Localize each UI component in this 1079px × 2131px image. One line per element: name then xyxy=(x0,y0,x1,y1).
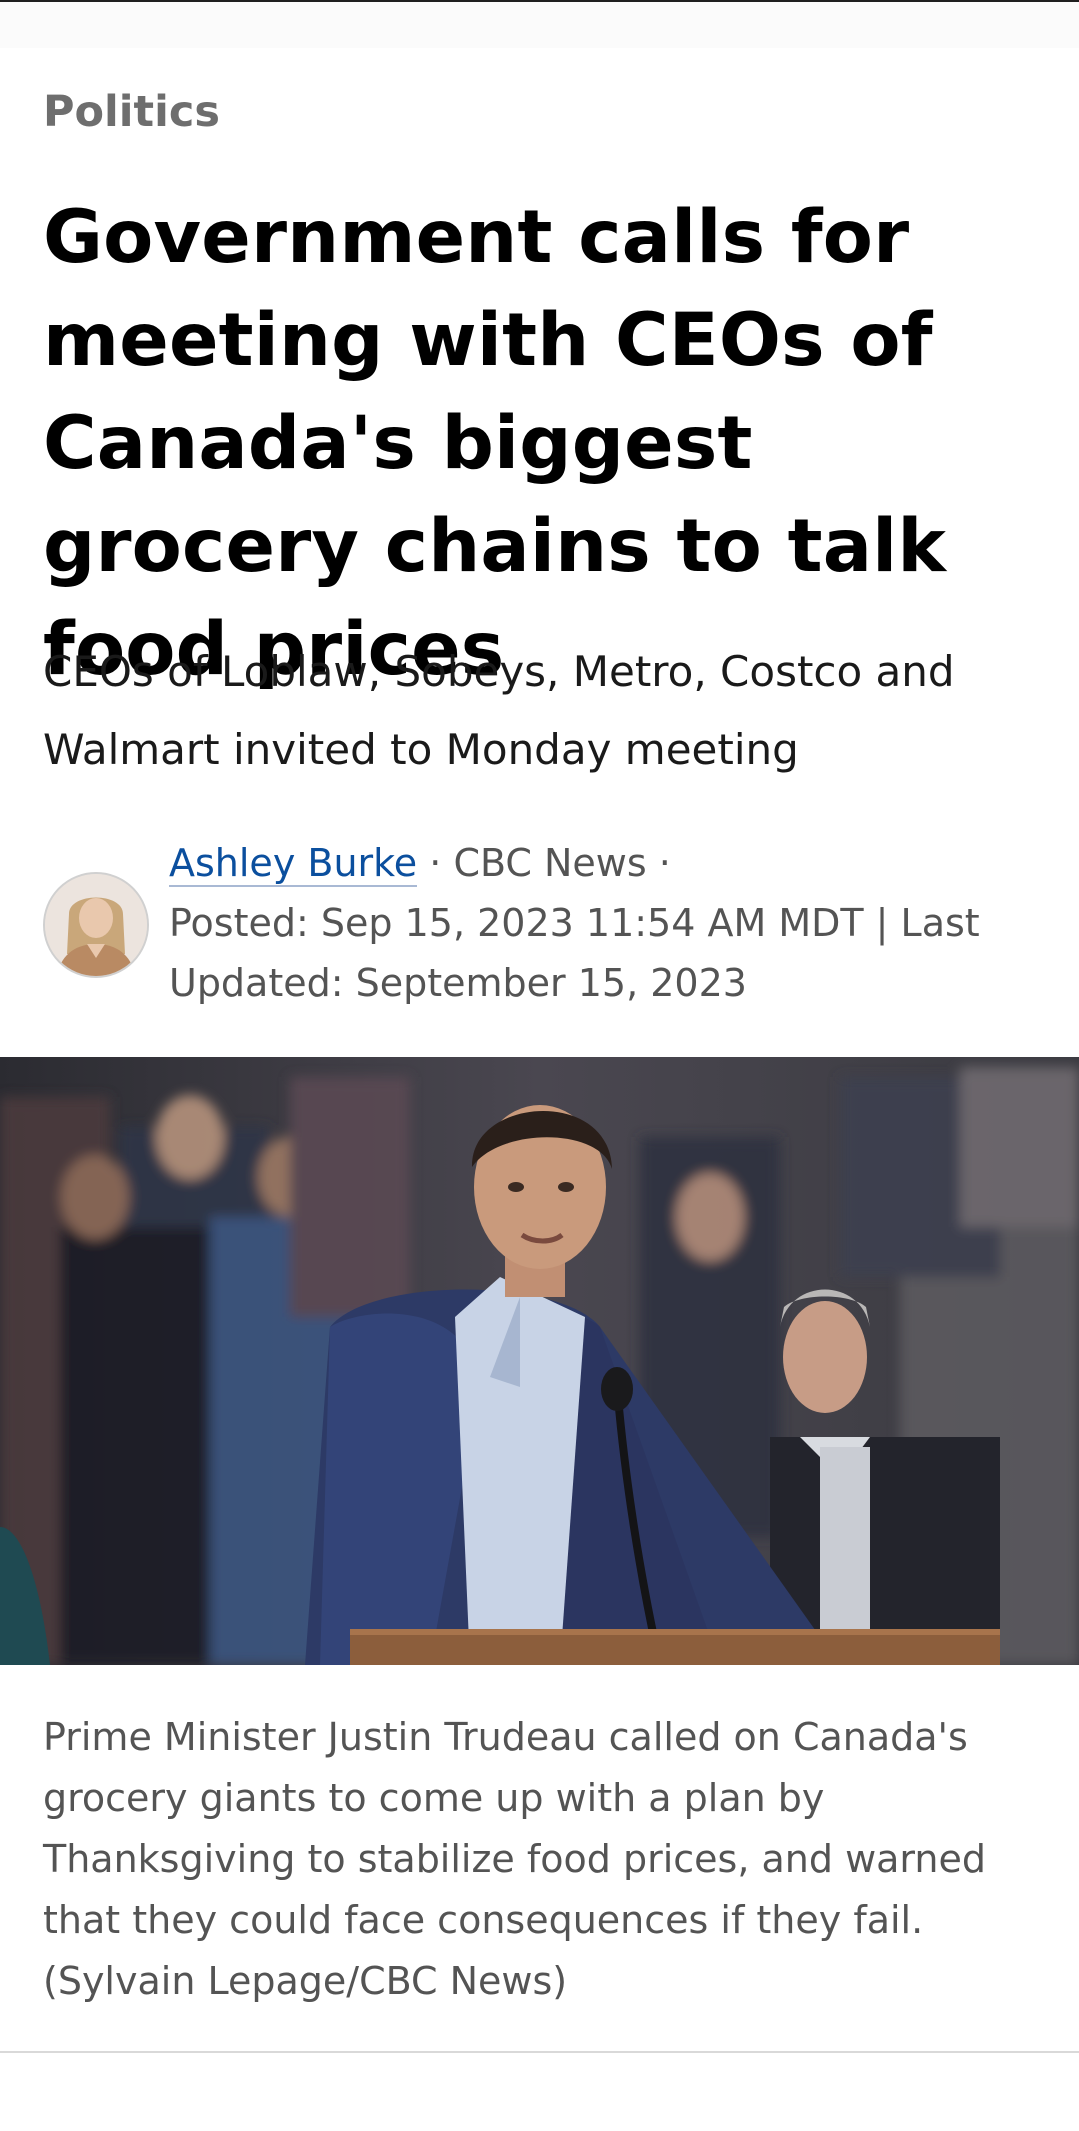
article-headline: Government calls for meeting with CEOs o… xyxy=(43,195,947,692)
hero-photo xyxy=(0,1057,1079,1665)
byline: Ashley Burke · CBC News · Posted: Sep 15… xyxy=(169,833,1049,1013)
section-label[interactable]: Politics xyxy=(43,84,220,140)
byline-separator: · xyxy=(646,841,671,885)
bottom-divider xyxy=(0,2051,1079,2053)
author-photo xyxy=(45,874,147,976)
byline-separator: · xyxy=(417,841,454,885)
publish-timestamp: Posted: Sep 15, 2023 11:54 AM MDT | Last… xyxy=(169,901,980,1005)
press-conference-photo xyxy=(0,1057,1079,1665)
outlet-name: CBC News xyxy=(453,841,647,885)
author-avatar[interactable] xyxy=(43,872,149,978)
top-bar xyxy=(0,2,1079,48)
article-deck: CEOs of Loblaw, Sobeys, Metro, Costco an… xyxy=(43,647,955,774)
author-link[interactable]: Ashley Burke xyxy=(169,841,418,887)
photo-caption: Prime Minister Justin Trudeau called on … xyxy=(43,1715,986,2003)
